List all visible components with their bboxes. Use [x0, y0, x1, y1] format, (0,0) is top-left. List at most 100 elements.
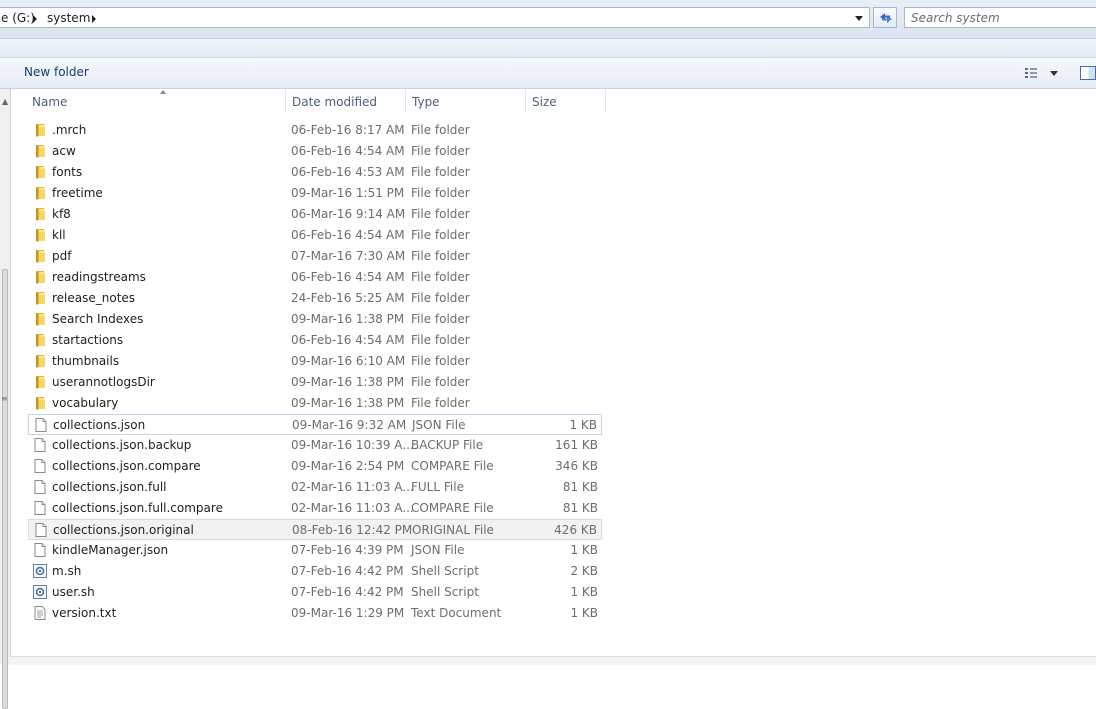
breadcrumb-separator-icon[interactable] [92, 15, 96, 23]
file-row[interactable]: .mrch 06-Feb-16 8:17 AM File folder [28, 120, 602, 141]
file-name: version.txt [52, 606, 117, 620]
file-type: Shell Script [411, 564, 479, 578]
address-history-dropdown-icon[interactable] [855, 16, 863, 21]
file-row[interactable]: kindleManager.json 07-Feb-16 4:39 PM JSON … [28, 540, 602, 561]
scroll-grip-icon: ≡ [1, 394, 8, 403]
column-header-name[interactable]: Name [10, 89, 286, 113]
file-date-modified: 06-Feb-16 4:54 AM [291, 228, 405, 242]
file-name: acw [52, 144, 76, 158]
file-date-modified: 24-Feb-16 5:25 AM [291, 291, 405, 305]
file-row[interactable]: kf8 06-Mar-16 9:14 AM File folder [28, 204, 602, 225]
file-row[interactable]: vocabulary 09-Mar-16 1:38 PM File folder [28, 393, 602, 414]
text-file-icon [32, 605, 48, 621]
file-row[interactable]: collections.json 09-Mar-16 9:32 AM JSON Fi… [28, 414, 602, 435]
breadcrumb-drive[interactable]: e (G:) [1, 11, 35, 25]
folder-icon [32, 332, 48, 348]
file-row[interactable]: release_notes 24-Feb-16 5:25 AM File folde… [28, 288, 602, 309]
file-row[interactable]: Search Indexes 09-Mar-16 1:38 PM File fold… [28, 309, 602, 330]
file-date-modified: 08-Feb-16 12:42 PM [292, 523, 413, 537]
file-row[interactable]: freetime 09-Mar-16 1:51 PM File folder [28, 183, 602, 204]
file-name: release_notes [52, 291, 136, 305]
file-name: kf8 [52, 207, 71, 221]
file-name: collections.json.full.compare [52, 501, 223, 515]
file-date-modified: 09-Mar-16 2:54 PM [291, 459, 405, 473]
address-bar[interactable]: e (G:) system [0, 7, 870, 28]
file-icon [32, 437, 48, 453]
file-size: 1 KB [570, 606, 598, 620]
file-name: kindleManager.json [52, 543, 169, 557]
file-size: 2 KB [570, 564, 598, 578]
file-row[interactable]: pdf 07-Mar-16 7:30 AM File folder [28, 246, 602, 267]
file-icon [32, 458, 48, 474]
file-row[interactable]: startactions 06-Feb-16 4:54 AM File folder [28, 330, 602, 351]
breadcrumb-separator-icon[interactable] [33, 15, 37, 23]
file-size: 426 KB [554, 523, 597, 537]
file-size: 346 KB [555, 459, 598, 473]
command-bar: New folder [0, 58, 1096, 89]
column-header-date[interactable]: Date modified [286, 89, 406, 113]
file-type: File folder [411, 186, 470, 200]
sort-ascending-icon [160, 90, 166, 94]
navigation-pane-scrollbar[interactable]: ▲ ≡ [0, 89, 11, 709]
file-row[interactable]: collections.json.original 08-Feb-16 12:42… [28, 519, 602, 540]
file-size: 161 KB [555, 438, 598, 452]
search-input[interactable] [911, 10, 1091, 25]
file-row[interactable]: collections.json.full 02-Mar-16 11:03 A..… [28, 477, 602, 498]
file-size: 81 KB [562, 501, 598, 515]
scroll-up-icon[interactable]: ▲ [2, 97, 8, 106]
column-header-type[interactable]: Type [406, 89, 526, 113]
file-date-modified: 07-Feb-16 4:39 PM [291, 543, 404, 557]
change-view-icon[interactable] [1024, 66, 1042, 80]
file-type: Shell Script [411, 585, 479, 599]
view-options-dropdown-icon[interactable] [1050, 71, 1058, 76]
file-row[interactable]: thumbnails 09-Mar-16 6:10 AM File folder [28, 351, 602, 372]
file-row[interactable]: collections.json.full.compare 02-Mar-16 1… [28, 498, 602, 519]
folder-icon [32, 122, 48, 138]
file-row[interactable]: version.txt 09-Mar-16 1:29 PM Text Documen… [28, 603, 602, 624]
file-name: thumbnails [52, 354, 120, 368]
file-row[interactable]: collections.json.compare 09-Mar-16 2:54 P… [28, 456, 602, 477]
file-name: readingstreams [52, 270, 146, 284]
folder-icon [32, 290, 48, 306]
folder-icon [32, 374, 48, 390]
address-bar-strip: e (G:) system [0, 0, 1096, 39]
file-type: File folder [411, 333, 470, 347]
file-name: collections.json.compare [52, 459, 201, 473]
file-date-modified: 09-Mar-16 1:38 PM [291, 375, 405, 389]
file-type: File folder [411, 144, 470, 158]
file-name: Search Indexes [52, 312, 144, 326]
file-date-modified: 09-Mar-16 10:39 A... [291, 438, 414, 452]
file-date-modified: 06-Feb-16 8:17 AM [291, 123, 405, 137]
file-name: userannotlogsDir [52, 375, 155, 389]
file-row[interactable]: user.sh 07-Feb-16 4:42 PM Shell Script 1 KB [28, 582, 602, 603]
file-row[interactable]: acw 06-Feb-16 4:54 AM File folder [28, 141, 602, 162]
file-date-modified: 02-Mar-16 11:03 A... [291, 480, 414, 494]
file-type: JSON File [411, 543, 465, 557]
file-date-modified: 09-Mar-16 9:32 AM [292, 418, 407, 432]
file-type: COMPARE File [411, 459, 494, 473]
folder-icon [32, 143, 48, 159]
file-row[interactable]: kll 06-Feb-16 4:54 AM File folder [28, 225, 602, 246]
column-header-size[interactable]: Size [526, 89, 606, 113]
preview-pane-icon[interactable] [1080, 66, 1096, 80]
file-row[interactable]: m.sh 07-Feb-16 4:42 PM Shell Script 2 KB [28, 561, 602, 582]
folder-icon [32, 311, 48, 327]
new-folder-button[interactable]: New folder [24, 65, 89, 79]
file-row[interactable]: fonts 06-Feb-16 4:53 AM File folder [28, 162, 602, 183]
file-row[interactable]: collections.json.backup 09-Mar-16 10:39 A… [28, 435, 602, 456]
breadcrumb-system[interactable]: system [47, 11, 90, 25]
folder-icon [32, 248, 48, 264]
file-name: collections.json.original [53, 523, 194, 537]
search-box[interactable] [904, 7, 1096, 28]
file-type: File folder [411, 270, 470, 284]
file-row[interactable]: readingstreams 06-Feb-16 4:54 AM File fold… [28, 267, 602, 288]
refresh-button[interactable] [873, 7, 897, 28]
file-name: startactions [52, 333, 124, 347]
scrollbar-thumb[interactable] [2, 269, 8, 709]
file-name: user.sh [52, 585, 95, 599]
file-date-modified: 09-Mar-16 1:51 PM [291, 186, 405, 200]
column-header-date-label: Date modified [292, 95, 378, 109]
file-type: Text Document [411, 606, 502, 620]
file-row[interactable]: userannotlogsDir 09-Mar-16 1:38 PM File fo… [28, 372, 602, 393]
file-date-modified: 09-Mar-16 6:10 AM [291, 354, 406, 368]
